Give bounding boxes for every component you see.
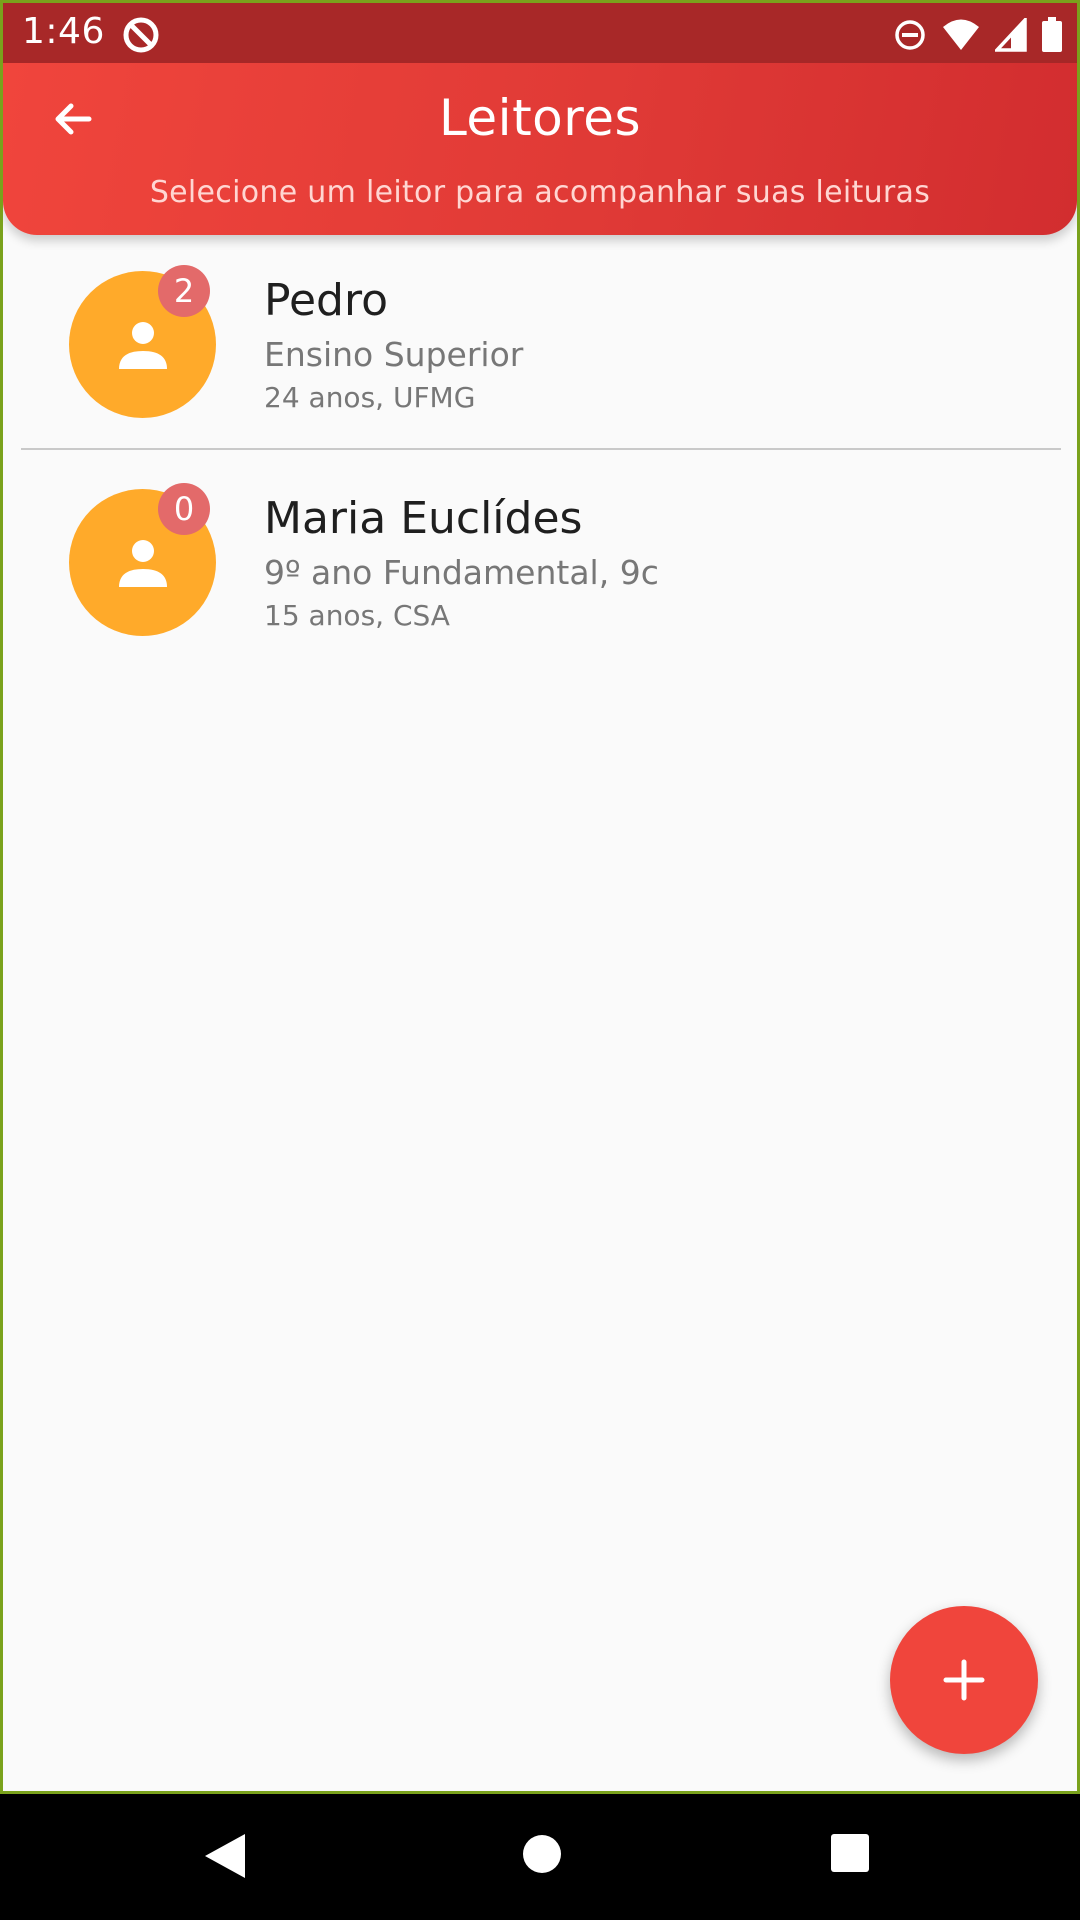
- battery-icon: [1041, 17, 1063, 53]
- wifi-icon: [941, 18, 981, 52]
- data-saver-icon: [121, 15, 161, 55]
- reader-list-item[interactable]: 2 Pedro Ensino Superior 24 anos, UFMG: [3, 235, 1077, 451]
- list-divider: [21, 448, 1061, 450]
- reader-education-level: Ensino Superior: [264, 335, 524, 374]
- page-title: Leitores: [438, 89, 642, 147]
- app-bar: Leitores Selecione um leitor para acompa…: [3, 63, 1077, 235]
- reader-name: Maria Euclídes: [264, 493, 583, 544]
- reader-age-school: 24 anos, UFMG: [264, 381, 476, 414]
- page-subtitle: Selecione um leitor para acompanhar suas…: [149, 175, 931, 210]
- do-not-disturb-icon: [893, 18, 927, 52]
- reader-name: Pedro: [264, 275, 389, 326]
- reading-count-badge: 2: [158, 265, 210, 317]
- reader-list-item[interactable]: 0 Maria Euclídes 9º ano Fundamental, 9c …: [3, 453, 1077, 669]
- reading-count-badge: 0: [158, 483, 210, 535]
- reader-education-level: 9º ano Fundamental, 9c: [264, 553, 659, 592]
- status-icons: [893, 15, 1063, 55]
- plus-icon: [943, 1659, 985, 1701]
- reader-age-school: 15 anos, CSA: [264, 599, 450, 632]
- status-bar: 1:46: [3, 3, 1077, 63]
- nav-home-icon[interactable]: [520, 1832, 564, 1880]
- nav-recents-icon[interactable]: [829, 1832, 871, 1878]
- app-screen: 1:46 Leitores Selecione um leitor para a…: [3, 3, 1077, 1791]
- person-icon: [118, 539, 167, 587]
- status-time: 1:46: [22, 11, 105, 52]
- person-icon: [118, 321, 167, 369]
- nav-back-icon[interactable]: [203, 1832, 247, 1884]
- cell-signal-icon: [995, 18, 1027, 52]
- add-reader-button[interactable]: [890, 1606, 1038, 1754]
- system-nav-bar: [0, 1794, 1080, 1920]
